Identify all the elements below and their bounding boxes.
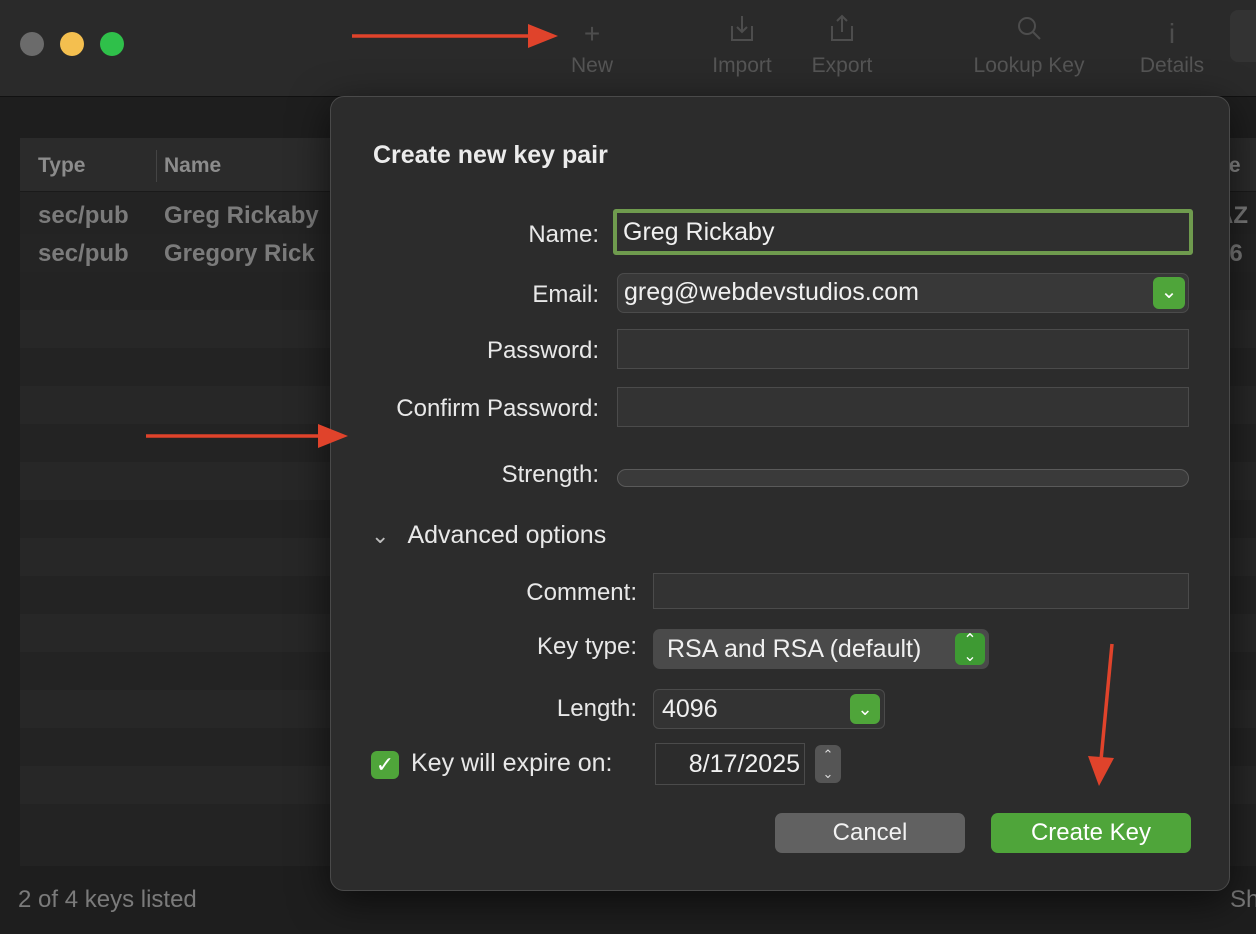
toolbar-lookup-button[interactable]: Lookup Key — [962, 14, 1096, 78]
confirm-password-field[interactable] — [617, 387, 1189, 427]
chevron-up-icon[interactable]: ⌃ — [823, 747, 834, 762]
password-field[interactable] — [617, 329, 1189, 369]
row-name: Gregory Rick — [164, 240, 315, 267]
column-divider — [156, 150, 157, 182]
expire-label: Key will expire on: — [411, 749, 613, 777]
email-value: greg@webdevstudios.com — [624, 278, 919, 306]
maximize-window-button[interactable] — [100, 32, 124, 56]
annotation-arrow-new — [352, 24, 558, 48]
strength-label: Strength: — [501, 461, 599, 488]
row-type: sec/pub — [38, 240, 129, 267]
export-icon — [802, 14, 882, 54]
toolbar-details-label: Details — [1139, 54, 1205, 77]
key-type-label: Key type: — [536, 633, 637, 660]
advanced-options-label: Advanced options — [407, 521, 607, 549]
comment-field[interactable] — [653, 573, 1189, 609]
password-label: Password: — [486, 337, 599, 364]
chevron-down-icon[interactable]: ⌄ — [1153, 277, 1185, 309]
toolbar-search-button[interactable] — [1230, 10, 1256, 62]
confirm-password-label: Confirm Password: — [396, 395, 599, 422]
import-icon — [702, 14, 782, 54]
expire-date-field[interactable]: 8/17/2025 — [655, 743, 805, 785]
checkmark-icon: ✓ — [375, 752, 395, 777]
window-titlebar: + New Import Export Lookup Key i Details — [0, 0, 1256, 97]
comment-label: Comment: — [526, 579, 637, 606]
chevron-down-icon: ⌄ — [850, 694, 880, 724]
minimize-window-button[interactable] — [60, 32, 84, 56]
date-stepper[interactable]: ⌃ ⌄ — [815, 745, 841, 783]
plus-icon: + — [583, 18, 601, 49]
chevron-down-icon: ⌄ — [371, 523, 390, 548]
toolbar-import-button[interactable]: Import — [702, 14, 782, 78]
toolbar-import-label: Import — [712, 54, 772, 77]
email-select[interactable]: greg@webdevstudios.com — [617, 273, 1189, 313]
annotation-arrow-dialog — [146, 424, 348, 448]
strength-meter — [617, 469, 1189, 487]
name-label: Name: — [528, 221, 599, 248]
close-window-button[interactable] — [20, 32, 44, 56]
length-value: 4096 — [662, 695, 718, 723]
dialog-title: Create new key pair — [373, 141, 608, 169]
annotation-arrow-create-key — [1088, 643, 1114, 786]
email-label: Email: — [532, 281, 599, 308]
row-type: sec/pub — [38, 202, 129, 229]
name-input[interactable]: Greg Rickaby — [613, 209, 1193, 255]
info-icon: i — [1168, 18, 1176, 49]
advanced-options-toggle[interactable]: ⌄ Advanced options — [371, 521, 606, 550]
length-label: Length: — [556, 695, 637, 722]
toolbar-new-button[interactable]: + New — [560, 14, 624, 78]
key-type-select[interactable]: RSA and RSA (default) ⌃ ⌄ — [653, 629, 989, 669]
toolbar-export-button[interactable]: Export — [802, 14, 882, 78]
chevron-down-icon[interactable]: ⌄ — [823, 766, 834, 781]
toolbar-new-label: New — [570, 54, 613, 77]
up-down-chevron-icon: ⌃ ⌄ — [955, 633, 985, 665]
keys-count-status: 2 of 4 keys listed — [18, 886, 197, 913]
column-header-type[interactable]: Type — [38, 154, 85, 178]
key-type-value: RSA and RSA (default) — [667, 635, 922, 663]
column-header-name[interactable]: Name — [164, 154, 221, 178]
create-key-button[interactable]: Create Key — [991, 813, 1191, 853]
cancel-button[interactable]: Cancel — [775, 813, 965, 853]
status-right-partial: Sh — [1230, 886, 1256, 913]
search-icon — [962, 14, 1096, 54]
length-select[interactable]: 4096 ⌄ — [653, 689, 885, 729]
toolbar-details-button[interactable]: i Details — [1130, 14, 1214, 78]
toolbar-export-label: Export — [811, 54, 873, 77]
expire-checkbox[interactable]: ✓ — [371, 751, 399, 779]
toolbar-lookup-label: Lookup Key — [973, 54, 1085, 77]
row-name: Greg Rickaby — [164, 202, 319, 229]
